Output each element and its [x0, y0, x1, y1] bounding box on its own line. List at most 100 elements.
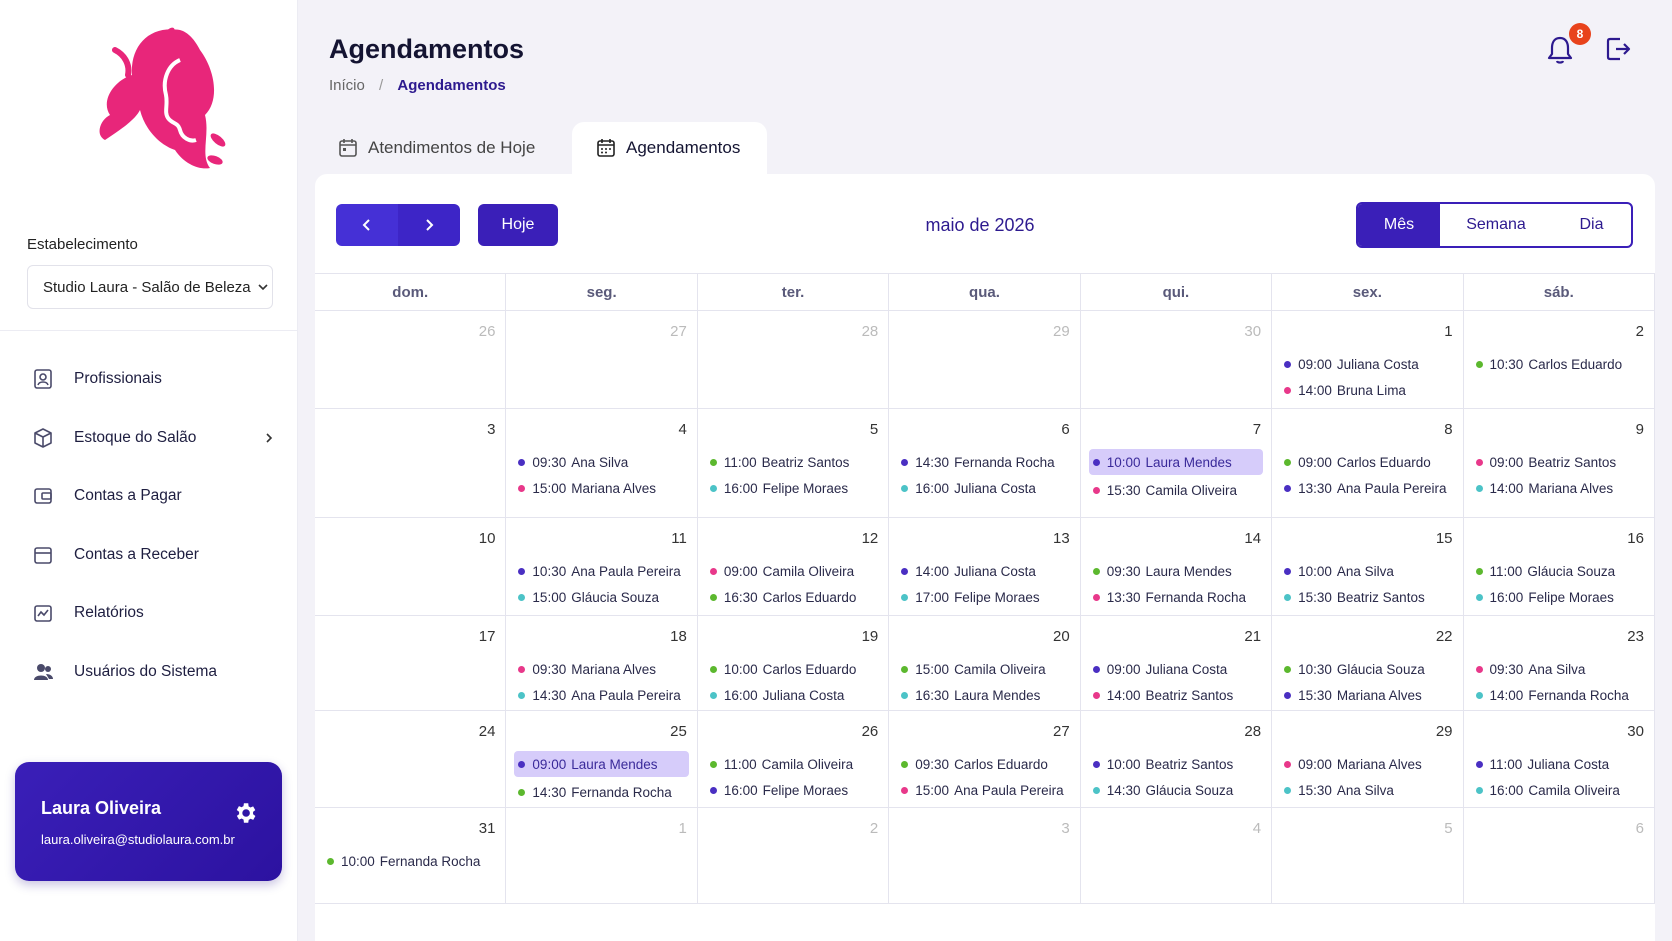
day-cell[interactable]: 5 11:00 Beatriz Santos 16:00 Felipe Moraes	[698, 409, 890, 517]
day-cell[interactable]: 4	[1081, 808, 1273, 903]
day-cell[interactable]: 7 10:00 Laura Mendes 15:30 Camila Oliveira	[1081, 409, 1273, 517]
day-cell[interactable]: 1 09:00 Juliana Costa 14:00 Bruna Lima	[1272, 311, 1464, 408]
appointment-event[interactable]: 10:00 Ana Silva	[1280, 558, 1454, 584]
day-cell[interactable]: 6 14:30 Fernanda Rocha 16:00 Juliana Costa	[889, 409, 1081, 517]
day-cell[interactable]: 28 10:00 Beatriz Santos 14:30 Gláucia Souza	[1081, 711, 1273, 807]
day-cell[interactable]: 14 09:30 Laura Mendes 13:30 Fernanda Rocha	[1081, 518, 1273, 615]
appointment-event[interactable]: 10:00 Fernanda Rocha	[323, 848, 497, 874]
day-cell[interactable]: 25 09:00 Laura Mendes 14:30 Fernanda Rocha	[506, 711, 698, 807]
appointment-event[interactable]: 14:00 Bruna Lima	[1280, 377, 1454, 403]
appointment-event[interactable]: 10:30 Ana Paula Pereira	[514, 558, 688, 584]
tab-agendamentos[interactable]: Agendamentos	[572, 122, 767, 174]
day-cell[interactable]: 3	[889, 808, 1081, 903]
appointment-event[interactable]: 14:30 Gláucia Souza	[1089, 777, 1263, 803]
day-cell[interactable]: 6	[1464, 808, 1655, 903]
appointment-event[interactable]: 09:00 Beatriz Santos	[1472, 449, 1646, 475]
appointment-event[interactable]: 16:00 Camila Oliveira	[1472, 777, 1646, 803]
day-cell[interactable]: 3	[315, 409, 507, 517]
day-cell[interactable]: 21 09:00 Juliana Costa 14:00 Beatriz Santos	[1081, 616, 1273, 710]
appointment-event[interactable]: 14:30 Ana Paula Pereira	[514, 682, 688, 708]
appointment-event[interactable]: 10:30 Carlos Eduardo	[1472, 351, 1646, 377]
appointment-event[interactable]: 15:30 Mariana Alves	[1280, 682, 1454, 708]
prev-month-button[interactable]	[336, 204, 398, 246]
appointment-event[interactable]: 11:00 Camila Oliveira	[706, 751, 880, 777]
sidebar-item-contas-pagar[interactable]: Contas a Pagar	[0, 467, 298, 526]
appointment-event[interactable]: 10:00 Laura Mendes	[1088, 449, 1264, 475]
next-month-button[interactable]	[398, 204, 460, 246]
appointment-event[interactable]: 14:00 Juliana Costa	[897, 558, 1071, 584]
day-cell[interactable]: 27	[506, 311, 698, 408]
appointment-event[interactable]: 09:00 Laura Mendes	[514, 751, 689, 777]
day-cell[interactable]: 1	[506, 808, 698, 903]
view-month-button[interactable]: Mês	[1358, 204, 1440, 246]
appointment-event[interactable]: 15:00 Ana Paula Pereira	[897, 777, 1071, 803]
appointment-event[interactable]: 09:00 Juliana Costa	[1089, 656, 1263, 682]
appointment-event[interactable]: 14:30 Fernanda Rocha	[897, 449, 1071, 475]
appointment-event[interactable]: 15:00 Mariana Alves	[514, 475, 688, 501]
appointment-event[interactable]: 14:00 Beatriz Santos	[1089, 682, 1263, 708]
day-cell[interactable]: 26 11:00 Camila Oliveira 16:00 Felipe Moraes	[698, 711, 890, 807]
sidebar-item-relatorios[interactable]: Relatórios	[0, 584, 298, 643]
day-cell[interactable]: 26	[315, 311, 507, 408]
day-cell[interactable]: 11 10:30 Ana Paula Pereira 15:00 Gláucia Sou…	[506, 518, 698, 615]
day-cell[interactable]: 29 09:00 Mariana Alves 15:30 Ana Silva	[1272, 711, 1464, 807]
appointment-event[interactable]: 16:00 Juliana Costa	[897, 475, 1071, 501]
day-cell[interactable]: 2 10:30 Carlos Eduardo	[1464, 311, 1655, 408]
breadcrumb-home[interactable]: Início	[329, 77, 365, 94]
day-cell[interactable]: 22 10:30 Gláucia Souza 15:30 Mariana Alves	[1272, 616, 1464, 710]
appointment-event[interactable]: 13:30 Ana Paula Pereira	[1280, 475, 1454, 501]
logout-icon[interactable]	[1603, 34, 1633, 64]
appointment-event[interactable]: 11:00 Juliana Costa	[1472, 751, 1646, 777]
appointment-event[interactable]: 09:30 Ana Silva	[1472, 656, 1646, 682]
day-cell[interactable]: 30 11:00 Juliana Costa 16:00 Camila Oliveira	[1464, 711, 1655, 807]
today-button[interactable]: Hoje	[478, 204, 558, 246]
appointment-event[interactable]: 10:30 Gláucia Souza	[1280, 656, 1454, 682]
day-cell[interactable]: 5	[1272, 808, 1464, 903]
appointment-event[interactable]: 09:30 Mariana Alves	[514, 656, 688, 682]
appointment-event[interactable]: 11:00 Beatriz Santos	[706, 449, 880, 475]
appointment-event[interactable]: 17:00 Felipe Moraes	[897, 584, 1071, 610]
tab-atendimentos-hoje[interactable]: Atendimentos de Hoje	[338, 122, 535, 174]
day-cell[interactable]: 10	[315, 518, 507, 615]
gear-icon[interactable]	[232, 800, 258, 826]
appointment-event[interactable]: 14:00 Fernanda Rocha	[1472, 682, 1646, 708]
sidebar-item-estoque[interactable]: Estoque do Salão	[0, 409, 298, 468]
day-cell[interactable]: 31 10:00 Fernanda Rocha	[315, 808, 507, 903]
appointment-event[interactable]: 09:00 Juliana Costa	[1280, 351, 1454, 377]
day-cell[interactable]: 17	[315, 616, 507, 710]
appointment-event[interactable]: 16:00 Juliana Costa	[706, 682, 880, 708]
day-cell[interactable]: 12 09:00 Camila Oliveira 16:30 Carlos Eduard…	[698, 518, 890, 615]
appointment-event[interactable]: 10:00 Beatriz Santos	[1089, 751, 1263, 777]
day-cell[interactable]: 13 14:00 Juliana Costa 17:00 Felipe Moraes	[889, 518, 1081, 615]
appointment-event[interactable]: 13:30 Fernanda Rocha	[1089, 584, 1263, 610]
day-cell[interactable]: 4 09:30 Ana Silva 15:00 Mariana Alves	[506, 409, 698, 517]
view-day-button[interactable]: Dia	[1552, 204, 1631, 246]
appointment-event[interactable]: 09:00 Camila Oliveira	[706, 558, 880, 584]
day-cell[interactable]: 18 09:30 Mariana Alves 14:30 Ana Paula Perei…	[506, 616, 698, 710]
appointment-event[interactable]: 15:30 Beatriz Santos	[1280, 584, 1454, 610]
view-week-button[interactable]: Semana	[1440, 204, 1552, 246]
day-cell[interactable]: 16 11:00 Gláucia Souza 16:00 Felipe Moraes	[1464, 518, 1655, 615]
appointment-event[interactable]: 15:30 Ana Silva	[1280, 777, 1454, 803]
day-cell[interactable]: 24	[315, 711, 507, 807]
appointment-event[interactable]: 16:00 Felipe Moraes	[706, 777, 880, 803]
appointment-event[interactable]: 14:00 Mariana Alves	[1472, 475, 1646, 501]
appointment-event[interactable]: 09:00 Carlos Eduardo	[1280, 449, 1454, 475]
appointment-event[interactable]: 11:00 Gláucia Souza	[1472, 558, 1646, 584]
appointment-event[interactable]: 09:00 Mariana Alves	[1280, 751, 1454, 777]
appointment-event[interactable]: 16:00 Felipe Moraes	[1472, 584, 1646, 610]
appointment-event[interactable]: 16:30 Carlos Eduardo	[706, 584, 880, 610]
day-cell[interactable]: 27 09:30 Carlos Eduardo 15:00 Ana Paula Pere…	[889, 711, 1081, 807]
sidebar-item-contas-receber[interactable]: Contas a Receber	[0, 526, 298, 585]
sidebar-item-profissionais[interactable]: Profissionais	[0, 350, 298, 409]
establishment-select[interactable]: Studio Laura - Salão de Beleza	[27, 265, 273, 309]
day-cell[interactable]: 29	[889, 311, 1081, 408]
day-cell[interactable]: 23 09:30 Ana Silva 14:00 Fernanda Rocha	[1464, 616, 1655, 710]
day-cell[interactable]: 19 10:00 Carlos Eduardo 16:00 Juliana Costa	[698, 616, 890, 710]
appointment-event[interactable]: 15:00 Gláucia Souza	[514, 584, 688, 610]
appointment-event[interactable]: 09:30 Ana Silva	[514, 449, 688, 475]
sidebar-item-usuarios[interactable]: Usuários do Sistema	[0, 643, 298, 702]
appointment-event[interactable]: 15:30 Camila Oliveira	[1089, 477, 1263, 503]
day-cell[interactable]: 8 09:00 Carlos Eduardo 13:30 Ana Paula Perei…	[1272, 409, 1464, 517]
appointment-event[interactable]: 09:30 Carlos Eduardo	[897, 751, 1071, 777]
